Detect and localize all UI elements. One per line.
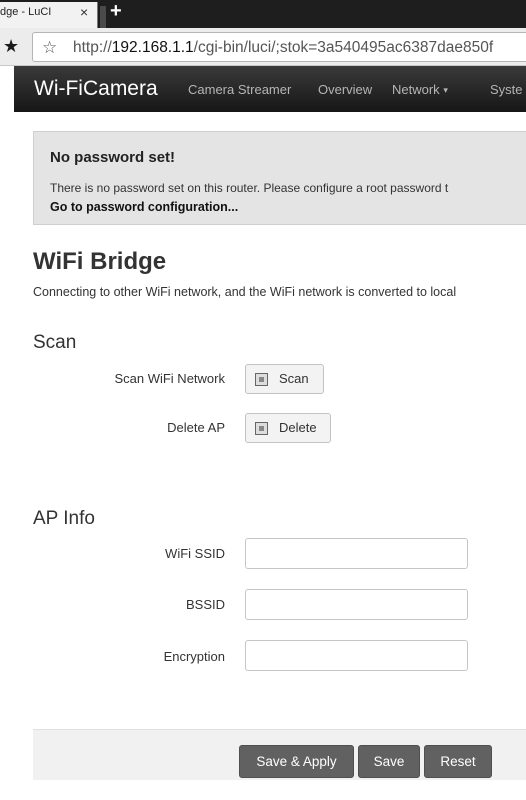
top-navbar: Wi-FiCamera Camera Streamer Overview Net… bbox=[14, 66, 526, 112]
brand-logo[interactable]: Wi-FiCamera bbox=[34, 77, 158, 101]
wifi-ssid-label: WiFi SSID bbox=[165, 546, 225, 561]
nav-item-overview[interactable]: Overview bbox=[318, 82, 372, 97]
save-button[interactable]: Save bbox=[358, 745, 420, 778]
scan-wifi-label: Scan WiFi Network bbox=[114, 371, 225, 386]
nav-item-system[interactable]: Syste bbox=[490, 82, 523, 97]
tab-divider bbox=[100, 6, 106, 28]
url-path: /cgi-bin/luci/;stok=3a540495ac6387dae850… bbox=[193, 39, 494, 56]
tab-title: dge - LuCI bbox=[0, 6, 52, 18]
ap-info-section-title: AP Info bbox=[33, 508, 95, 529]
browser-toolbar: ★ ☆ http://192.168.1.1/cgi-bin/luci/;sto… bbox=[0, 28, 526, 66]
delete-ap-button[interactable]: Delete bbox=[245, 413, 331, 443]
url-host: 192.168.1.1 bbox=[111, 39, 194, 56]
scan-button-label: Scan bbox=[279, 371, 309, 386]
tab-close-icon[interactable]: × bbox=[80, 4, 88, 20]
no-password-alert: No password set! There is no password se… bbox=[33, 131, 526, 225]
page-description: Connecting to other WiFi network, and th… bbox=[33, 285, 457, 299]
bookmark-star-icon[interactable]: ★ bbox=[3, 36, 19, 57]
wifi-ssid-input[interactable] bbox=[245, 538, 468, 569]
save-apply-button[interactable]: Save & Apply bbox=[239, 745, 354, 778]
bssid-label: BSSID bbox=[185, 597, 225, 612]
new-tab-icon[interactable]: + bbox=[110, 0, 122, 22]
scan-section-title: Scan bbox=[33, 332, 77, 353]
nav-item-network-label: Network bbox=[392, 82, 440, 97]
chevron-down-icon: ▾ bbox=[443, 85, 448, 96]
scan-button-icon bbox=[255, 373, 268, 386]
delete-button-label: Delete bbox=[279, 420, 317, 435]
address-bar[interactable]: ☆ http://192.168.1.1/cgi-bin/luci/;stok=… bbox=[32, 32, 526, 62]
url-prefix: http:// bbox=[73, 39, 112, 56]
browser-tabstrip: dge - LuCI × + bbox=[0, 0, 526, 28]
encryption-label: Encryption bbox=[163, 649, 225, 664]
encryption-input[interactable] bbox=[245, 640, 468, 671]
password-config-link[interactable]: Go to password configuration... bbox=[50, 200, 238, 214]
delete-button-icon bbox=[255, 422, 268, 435]
reset-button[interactable]: Reset bbox=[424, 745, 492, 778]
bssid-input[interactable] bbox=[245, 589, 468, 620]
page-title: WiFi Bridge bbox=[33, 248, 167, 275]
alert-text: There is no password set on this router.… bbox=[50, 181, 449, 195]
bookmark-page-icon[interactable]: ☆ bbox=[42, 38, 57, 58]
browser-tab[interactable]: dge - LuCI × bbox=[0, 2, 98, 28]
alert-title: No password set! bbox=[50, 149, 176, 166]
nav-item-network[interactable]: Network ▾ bbox=[392, 82, 448, 97]
nav-item-camera-streamer[interactable]: Camera Streamer bbox=[188, 82, 291, 97]
delete-ap-label: Delete AP bbox=[167, 420, 225, 435]
scan-button[interactable]: Scan bbox=[245, 364, 324, 394]
address-text[interactable]: http://192.168.1.1/cgi-bin/luci/;stok=3a… bbox=[73, 39, 493, 57]
